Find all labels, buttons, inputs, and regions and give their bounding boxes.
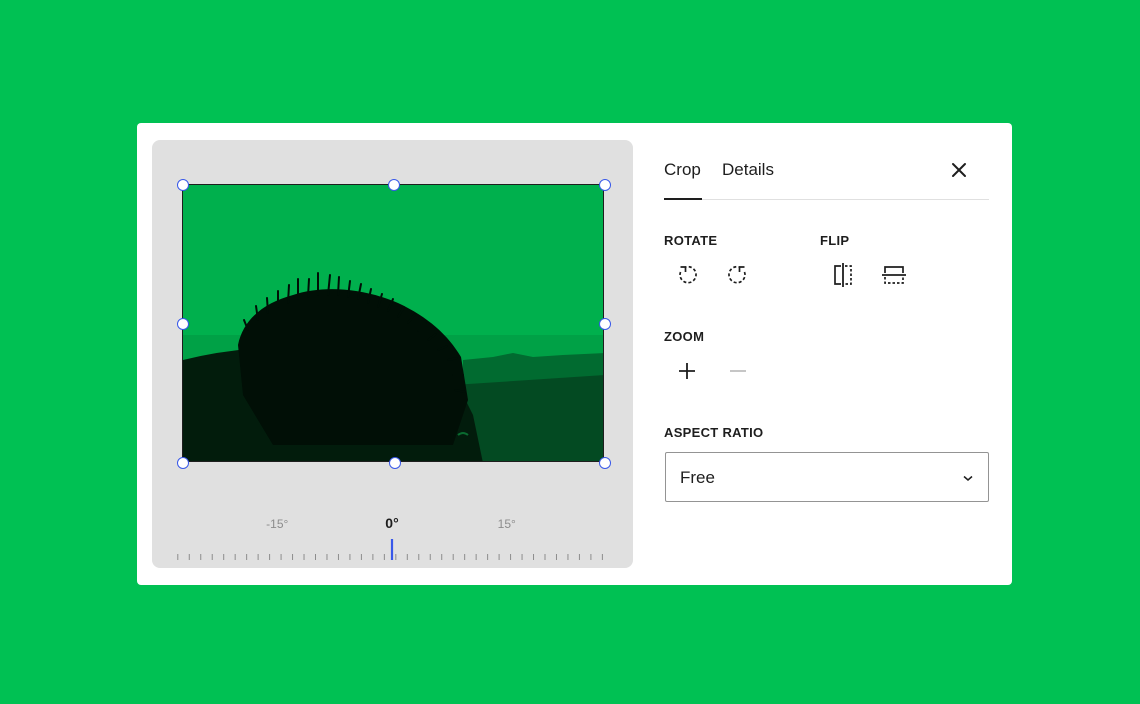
flip-vertical-button[interactable]: [880, 261, 908, 289]
aspect-ratio-select[interactable]: Free: [665, 452, 989, 502]
close-icon: [952, 163, 966, 177]
zoom-in-button[interactable]: [673, 357, 701, 385]
rotate-left-icon: [679, 265, 697, 284]
flip-horizontal-button[interactable]: [829, 261, 857, 289]
rotation-ruler[interactable]: -15° 0° 15°: [174, 515, 612, 564]
crop-canvas: -15° 0° 15°: [152, 140, 633, 568]
plus-icon: [679, 363, 695, 379]
active-tab-indicator: [664, 198, 702, 200]
crop-handle-middle-left[interactable]: [177, 318, 189, 330]
aspect-ratio-value: Free: [680, 468, 715, 487]
image-edit-modal: -15° 0° 15° Crop Details ROTATE FLIP ZOO…: [137, 123, 1012, 585]
rotate-left-button[interactable]: [673, 261, 701, 289]
ruler-label: 0°: [385, 516, 398, 531]
crop-handle-top-center[interactable]: [388, 179, 400, 191]
crop-handle-bottom-center[interactable]: [389, 457, 401, 469]
crop-settings-panel: Crop Details ROTATE FLIP ZOOM ASPECT RAT…: [664, 123, 989, 585]
flip-horizontal-icon: [834, 263, 852, 287]
rotate-right-icon: [728, 265, 746, 284]
crop-handle-bottom-left[interactable]: [177, 457, 189, 469]
ruler-label: -15°: [266, 517, 288, 531]
crop-handle-top-right[interactable]: [599, 179, 611, 191]
ruler-label: 15°: [498, 517, 516, 531]
aspect-ratio-label: ASPECT RATIO: [664, 425, 764, 440]
zoom-label: ZOOM: [664, 329, 705, 344]
flip-label: FLIP: [820, 233, 850, 248]
tab-bar: Crop Details: [664, 151, 989, 200]
chevron-down-icon: [963, 475, 973, 481]
crop-handle-top-left[interactable]: [177, 179, 189, 191]
rotate-right-button[interactable]: [724, 261, 752, 289]
crop-handle-middle-right[interactable]: [599, 318, 611, 330]
close-button[interactable]: [948, 159, 970, 181]
tab-details[interactable]: Details: [722, 160, 774, 180]
cropped-image: [183, 185, 603, 461]
rotate-label: ROTATE: [664, 233, 718, 248]
crop-frame[interactable]: [177, 179, 611, 469]
tab-crop[interactable]: Crop: [664, 160, 701, 180]
zoom-out-button[interactable]: [724, 357, 752, 385]
flip-vertical-icon: [882, 266, 906, 284]
crop-handle-bottom-right[interactable]: [599, 457, 611, 469]
minus-icon: [730, 370, 746, 372]
